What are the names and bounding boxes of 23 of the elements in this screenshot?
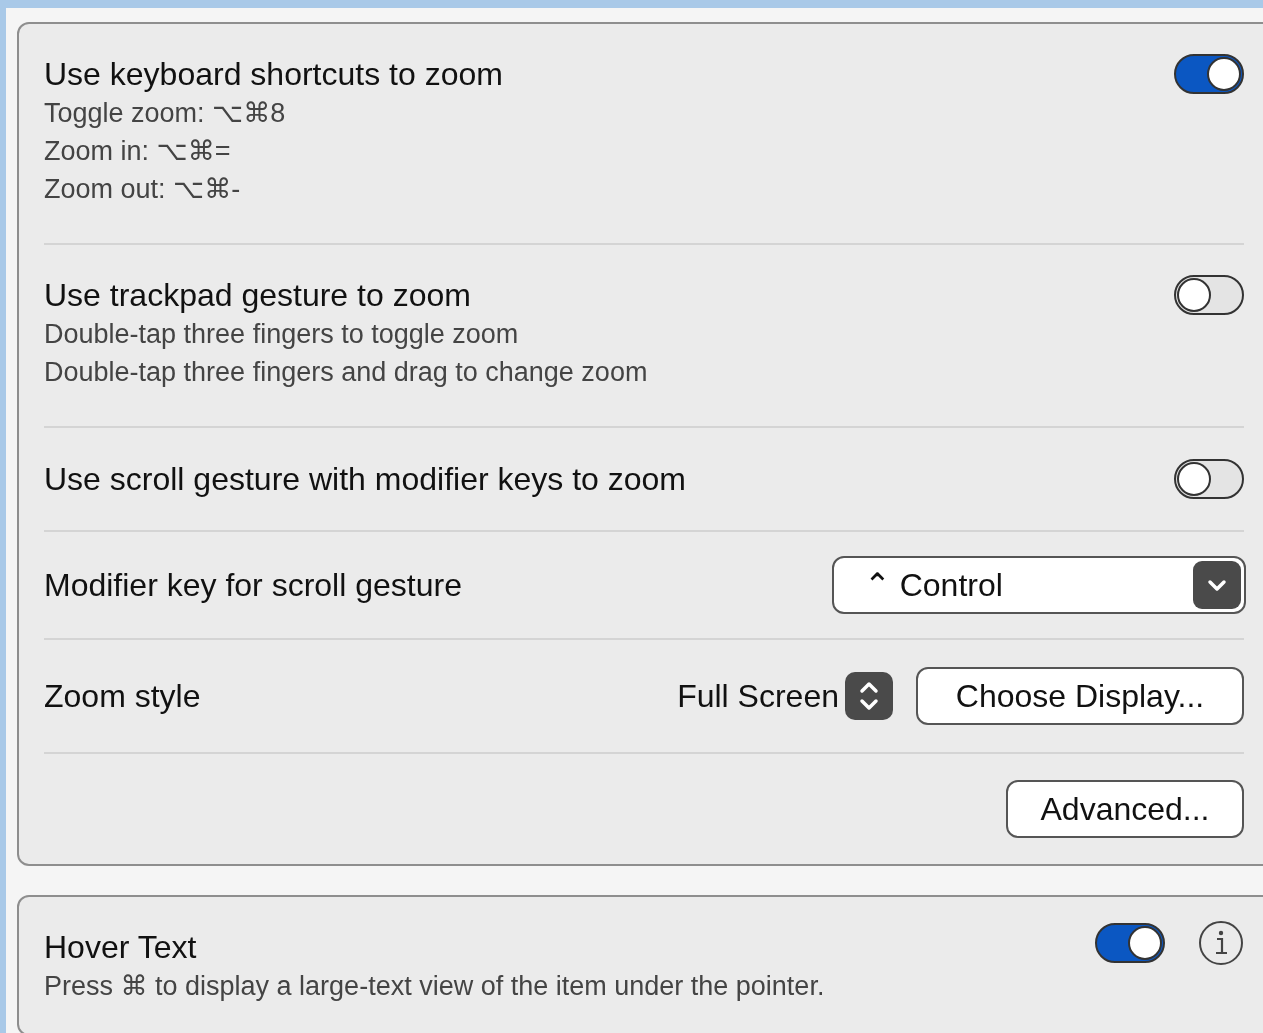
setting-title: Use trackpad gesture to zoom	[44, 276, 472, 315]
dropdown[interactable]: ⌃ Control	[832, 556, 1246, 614]
setting-title: Hover Text	[44, 927, 198, 967]
toggle-switch[interactable]	[1174, 54, 1244, 94]
info-icon[interactable]	[1198, 919, 1244, 966]
advanced-button[interactable]: Advanced...	[1006, 780, 1244, 838]
setting-description: Toggle zoom: ⌥⌘8	[44, 97, 287, 130]
setting-description: Zoom out: ⌥⌘-	[44, 173, 242, 206]
up-down-chevron-icon	[845, 672, 893, 720]
setting-title: Use keyboard shortcuts to zoom	[44, 55, 503, 94]
toggle-switch[interactable]	[1174, 459, 1244, 499]
style-popup[interactable]: Full Screen	[677, 672, 893, 720]
setting-description: Double-tap three fingers to toggle zoom	[44, 318, 520, 351]
choose-display-button[interactable]: Choose Display...	[916, 667, 1244, 725]
setting-description: Double-tap three fingers and drag to change zoom	[44, 356, 648, 389]
chevron-down-icon	[1193, 561, 1241, 609]
setting-description: Press ⌘ to display a large-text view of the item under the pointer.	[44, 969, 825, 1003]
setting-title: Zoom style	[44, 677, 201, 716]
setting-description: Zoom in: ⌥⌘=	[44, 135, 232, 168]
setting-title: Modifier key for scroll gesture	[44, 566, 462, 605]
toggle-switch[interactable]	[1095, 922, 1165, 963]
toggle-switch[interactable]	[1174, 275, 1244, 315]
setting-title: Use scroll gesture with modifier keys to zoom	[44, 460, 686, 499]
